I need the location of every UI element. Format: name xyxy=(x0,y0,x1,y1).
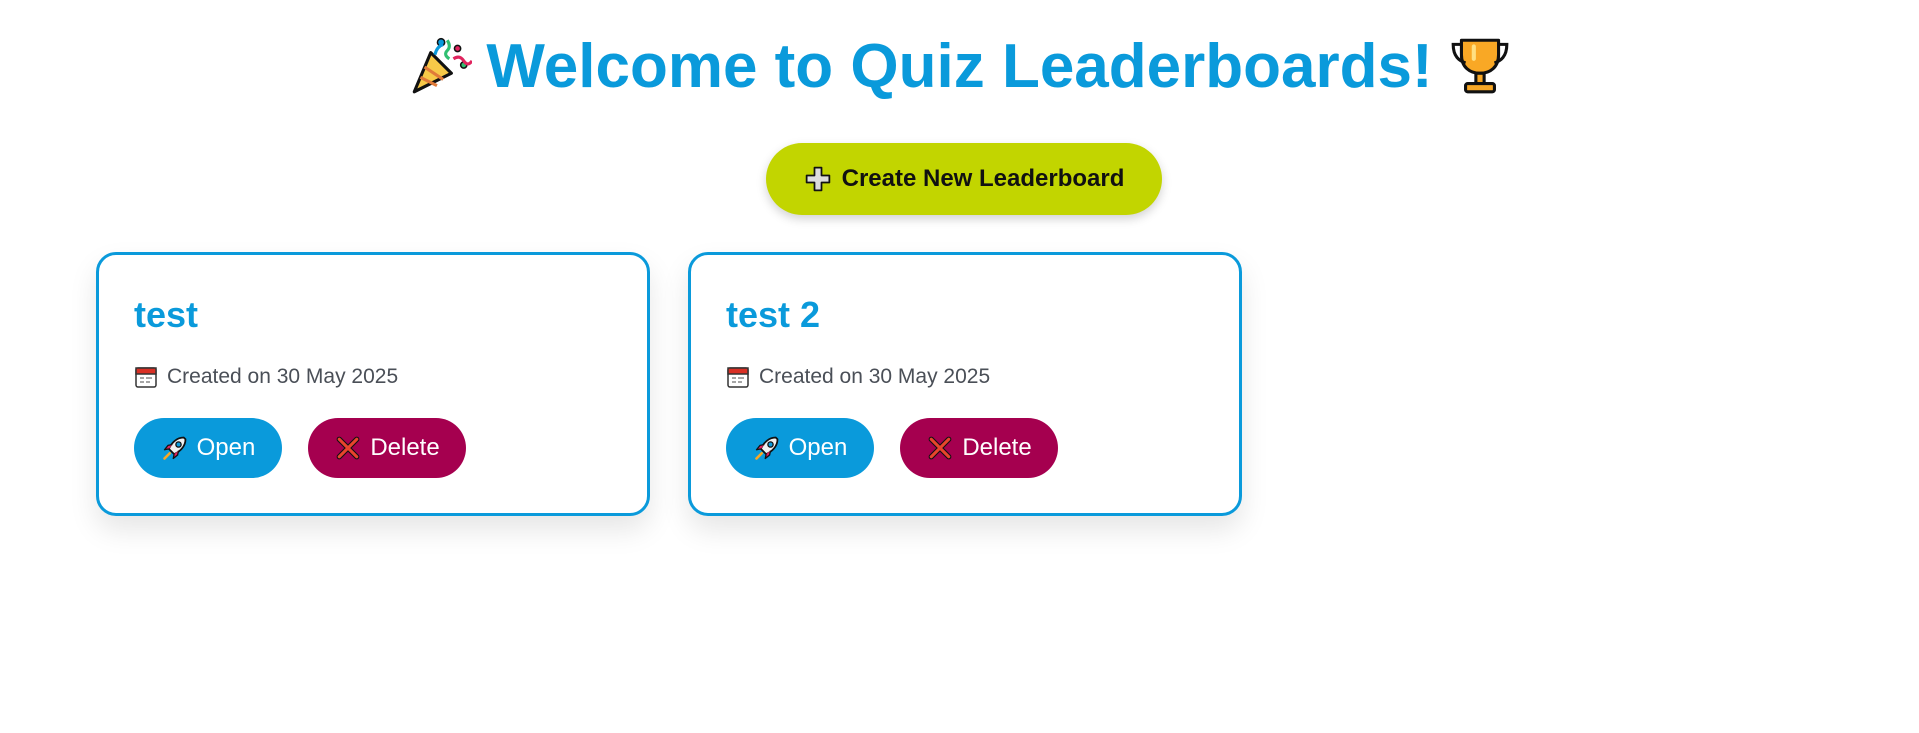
calendar-icon xyxy=(727,367,749,388)
leaderboard-card: test Created on 30 May 2025 Open Delete xyxy=(96,252,650,516)
party-popper-icon xyxy=(413,37,473,93)
delete-button[interactable]: Delete xyxy=(308,418,466,478)
leaderboard-name: test 2 xyxy=(726,294,821,335)
open-button-label: Open xyxy=(788,434,848,461)
plus-icon xyxy=(805,166,830,192)
cross-mark-icon xyxy=(336,436,360,460)
rocket-icon xyxy=(754,436,779,460)
delete-button[interactable]: Delete xyxy=(900,418,1058,478)
page-title-text: Welcome to Quiz Leaderboards! xyxy=(486,32,1433,101)
open-button[interactable]: Open xyxy=(134,418,282,478)
page: Welcome to Quiz Leaderboards! Create New… xyxy=(0,0,1919,733)
created-date: Created on 30 May 2025 xyxy=(726,365,990,389)
create-leaderboard-button[interactable]: Create New Leaderboard xyxy=(766,143,1162,215)
cross-mark-icon xyxy=(928,436,952,460)
created-date: Created on 30 May 2025 xyxy=(134,365,398,389)
page-title: Welcome to Quiz Leaderboards! xyxy=(0,28,1919,106)
rocket-icon xyxy=(162,436,187,460)
leaderboard-name: test xyxy=(134,294,199,335)
delete-button-label: Delete xyxy=(962,434,1032,461)
created-date-text: Created on 30 May 2025 xyxy=(759,365,991,388)
leaderboard-card: test 2 Created on 30 May 2025 Open Delet… xyxy=(688,252,1242,516)
trophy-icon xyxy=(1451,38,1508,93)
open-button[interactable]: Open xyxy=(726,418,874,478)
created-date-text: Created on 30 May 2025 xyxy=(167,365,399,388)
open-button-label: Open xyxy=(196,434,256,461)
delete-button-label: Delete xyxy=(370,434,440,461)
create-leaderboard-label: Create New Leaderboard xyxy=(841,165,1125,192)
calendar-icon xyxy=(135,367,157,388)
